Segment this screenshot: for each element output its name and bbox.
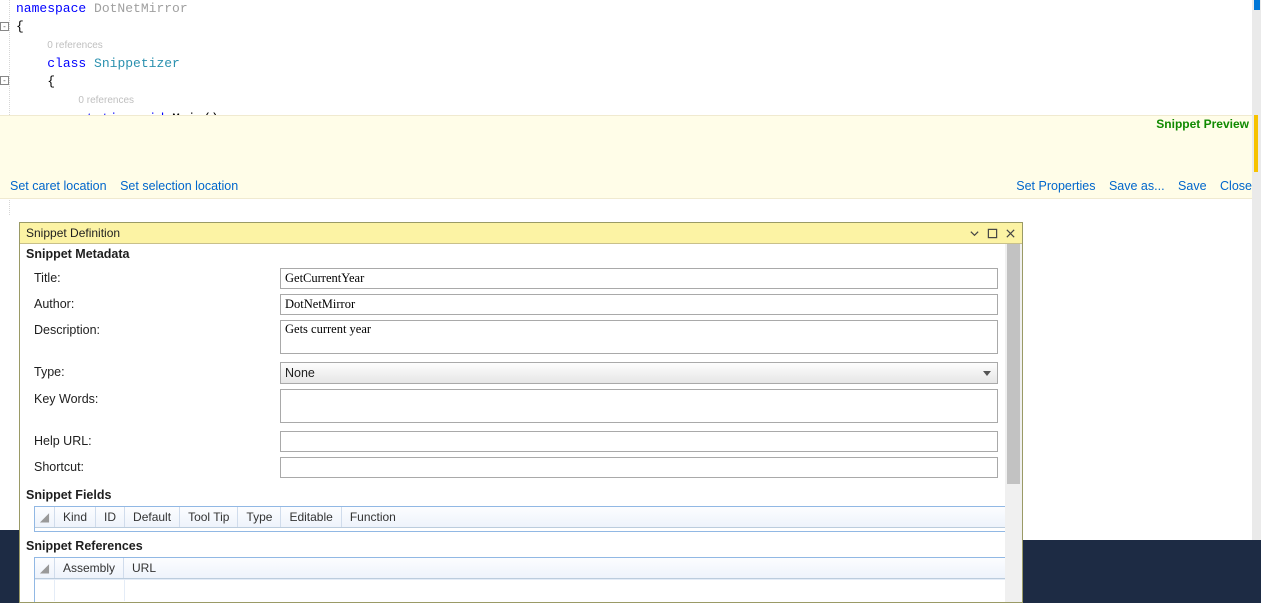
keywords-label: Key Words: xyxy=(34,389,280,406)
save-link[interactable]: Save xyxy=(1178,179,1207,193)
description-input[interactable]: Gets current year xyxy=(280,320,998,354)
col-id[interactable]: ID xyxy=(96,507,125,527)
change-marker xyxy=(1254,115,1258,172)
code-editor[interactable]: - - Snippet Preview namespace DotNetMirr… xyxy=(0,0,1261,220)
grid-corner: ◢ xyxy=(35,558,55,578)
metadata-form: Title: Author: Description: Gets current… xyxy=(20,268,1022,482)
maximize-icon[interactable] xyxy=(984,225,1000,241)
col-url[interactable]: URL xyxy=(124,558,1007,578)
references-heading: Snippet References xyxy=(20,536,1022,555)
col-assembly[interactable]: Assembly xyxy=(55,558,124,578)
panel-menu-icon[interactable] xyxy=(966,225,982,241)
snippet-action-bar: Set caret location Set selection locatio… xyxy=(10,174,1252,198)
helpurl-input[interactable] xyxy=(280,431,998,452)
author-input[interactable] xyxy=(280,294,998,315)
panel-title: Snippet Definition xyxy=(26,226,120,240)
col-function[interactable]: Function xyxy=(342,507,1007,527)
fold-toggle-icon[interactable]: - xyxy=(0,22,9,31)
title-label: Title: xyxy=(34,268,280,285)
col-kind[interactable]: Kind xyxy=(55,507,96,527)
type-select[interactable]: None xyxy=(280,362,998,384)
col-type[interactable]: Type xyxy=(238,507,281,527)
references-grid-body[interactable] xyxy=(35,579,1007,602)
fields-heading: Snippet Fields xyxy=(20,485,1022,504)
author-label: Author: xyxy=(34,294,280,311)
cell-url[interactable] xyxy=(125,580,1007,601)
table-row[interactable] xyxy=(35,579,1007,601)
grid-corner: ◢ xyxy=(35,507,55,527)
fields-grid[interactable]: ◢ Kind ID Default Tool Tip Type Editable… xyxy=(34,506,1008,532)
root: - - Snippet Preview namespace DotNetMirr… xyxy=(0,0,1261,603)
shortcut-input[interactable] xyxy=(280,457,998,478)
fields-grid-header: ◢ Kind ID Default Tool Tip Type Editable… xyxy=(35,507,1007,528)
snippet-definition-panel: Snippet Definition Snippet Metadata Titl… xyxy=(19,222,1023,603)
save-as-link[interactable]: Save as... xyxy=(1109,179,1165,193)
panel-titlebar[interactable]: Snippet Definition xyxy=(20,223,1022,244)
fold-toggle-icon[interactable]: - xyxy=(0,76,9,85)
col-editable[interactable]: Editable xyxy=(281,507,341,527)
references-grid[interactable]: ◢ Assembly URL xyxy=(34,557,1008,602)
description-label: Description: xyxy=(34,320,280,337)
references-grid-header: ◢ Assembly URL xyxy=(35,558,1007,579)
set-caret-location-link[interactable]: Set caret location xyxy=(10,179,107,193)
shortcut-label: Shortcut: xyxy=(34,457,280,474)
row-selector[interactable] xyxy=(35,580,55,601)
col-default[interactable]: Default xyxy=(125,507,180,527)
type-select-value: None xyxy=(285,366,315,380)
metadata-heading: Snippet Metadata xyxy=(20,244,1022,263)
close-icon[interactable] xyxy=(1002,225,1018,241)
title-input[interactable] xyxy=(280,268,998,289)
helpurl-label: Help URL: xyxy=(34,431,280,448)
set-properties-link[interactable]: Set Properties xyxy=(1016,179,1095,193)
scrollbar-thumb[interactable] xyxy=(1007,244,1020,484)
cell-assembly[interactable] xyxy=(55,580,125,601)
set-selection-location-link[interactable]: Set selection location xyxy=(120,179,238,193)
snippet-preview-label: Snippet Preview xyxy=(1156,117,1249,131)
keywords-input[interactable] xyxy=(280,389,998,423)
col-tooltip[interactable]: Tool Tip xyxy=(180,507,238,527)
fields-grid-body[interactable] xyxy=(35,528,1007,531)
panel-body: Snippet Metadata Title: Author: Descript… xyxy=(20,244,1022,602)
close-link[interactable]: Close xyxy=(1220,179,1252,193)
panel-scrollbar[interactable] xyxy=(1005,244,1022,602)
type-label: Type: xyxy=(34,362,280,379)
